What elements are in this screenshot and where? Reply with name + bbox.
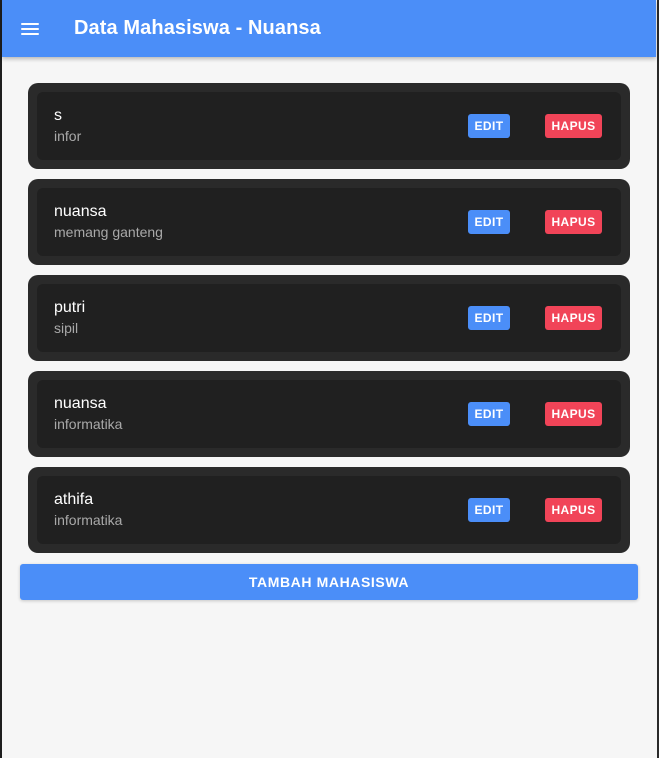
student-card: s infor EDIT HAPUS (28, 83, 630, 169)
edit-button[interactable]: EDIT (468, 402, 510, 426)
student-card: nuansa memang ganteng EDIT HAPUS (28, 179, 630, 265)
page-title: Data Mahasiswa - Nuansa (74, 17, 321, 39)
student-item: athifa informatika EDIT HAPUS (37, 476, 621, 544)
student-detail: infor (54, 128, 82, 144)
app-toolbar: Data Mahasiswa - Nuansa (2, 0, 656, 57)
window-frame-left (0, 0, 2, 758)
edit-button[interactable]: EDIT (468, 210, 510, 234)
student-name: s (54, 107, 62, 124)
delete-button[interactable]: HAPUS (545, 210, 602, 234)
student-item: nuansa informatika EDIT HAPUS (37, 380, 621, 448)
student-card: athifa informatika EDIT HAPUS (28, 467, 630, 553)
delete-button[interactable]: HAPUS (545, 114, 602, 138)
edit-button[interactable]: EDIT (468, 114, 510, 138)
student-name: putri (54, 299, 86, 316)
hamburger-menu-icon[interactable] (2, 0, 58, 57)
student-card: putri sipil EDIT HAPUS (28, 275, 630, 361)
student-name: athifa (54, 491, 94, 508)
edit-button[interactable]: EDIT (468, 498, 510, 522)
student-detail: informatika (54, 512, 123, 528)
add-student-button[interactable]: TAMBAH MAHASISWA (20, 564, 638, 600)
student-detail: informatika (54, 416, 123, 432)
delete-button[interactable]: HAPUS (545, 306, 602, 330)
student-item: nuansa memang ganteng EDIT HAPUS (37, 188, 621, 256)
delete-button[interactable]: HAPUS (545, 402, 602, 426)
student-item: s infor EDIT HAPUS (37, 92, 621, 160)
edit-button[interactable]: EDIT (468, 306, 510, 330)
delete-button[interactable]: HAPUS (545, 498, 602, 522)
student-list: s infor EDIT HAPUS nuansa memang ganteng… (28, 83, 630, 563)
student-detail: sipil (54, 320, 79, 336)
student-card: nuansa informatika EDIT HAPUS (28, 371, 630, 457)
student-detail: memang ganteng (54, 224, 163, 240)
student-name: nuansa (54, 203, 107, 220)
student-item: putri sipil EDIT HAPUS (37, 284, 621, 352)
student-name: nuansa (54, 395, 107, 412)
